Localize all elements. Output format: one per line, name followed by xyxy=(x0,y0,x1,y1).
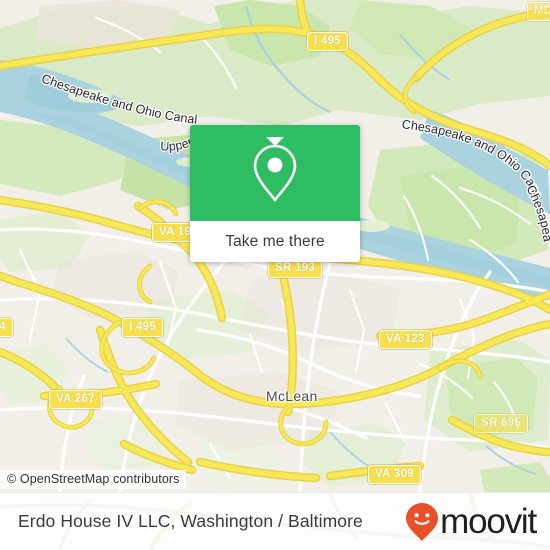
shield-sr-695[interactable]: SR 695 xyxy=(474,414,529,433)
shield-partial-left[interactable]: 4 xyxy=(0,318,13,337)
moovit-logo[interactable]: moovit xyxy=(405,502,537,542)
shield-va-123[interactable]: VA 123 xyxy=(379,330,432,349)
moovit-smiley-pin-icon xyxy=(405,502,439,542)
shield-i-495-north[interactable]: I 495 xyxy=(307,32,349,51)
location-title: Erdo House IV LLC, Washington / Baltimor… xyxy=(18,511,363,531)
moovit-map-screenshot: Chesapeake and Ohio Canal Chesapeake and… xyxy=(0,0,550,550)
osm-attribution[interactable]: © OpenStreetMap contributors xyxy=(0,470,186,489)
map-pin-icon xyxy=(249,142,301,204)
moovit-wordmark: moovit xyxy=(440,502,537,541)
shield-va-309[interactable]: VA 309 xyxy=(368,465,421,484)
city-label-mclean: McLean xyxy=(266,388,318,404)
popup-pointer-tail xyxy=(266,137,284,146)
shield-va-267[interactable]: VA 267 xyxy=(49,390,102,409)
footer-bar: Erdo House IV LLC, Washington / Baltimor… xyxy=(0,492,550,550)
shield-i-495-west[interactable]: I 495 xyxy=(122,318,164,337)
shield-md[interactable]: MD xyxy=(527,2,550,21)
take-me-there-label: Take me there xyxy=(225,232,325,250)
take-me-there-button[interactable]: Take me there xyxy=(190,221,360,262)
